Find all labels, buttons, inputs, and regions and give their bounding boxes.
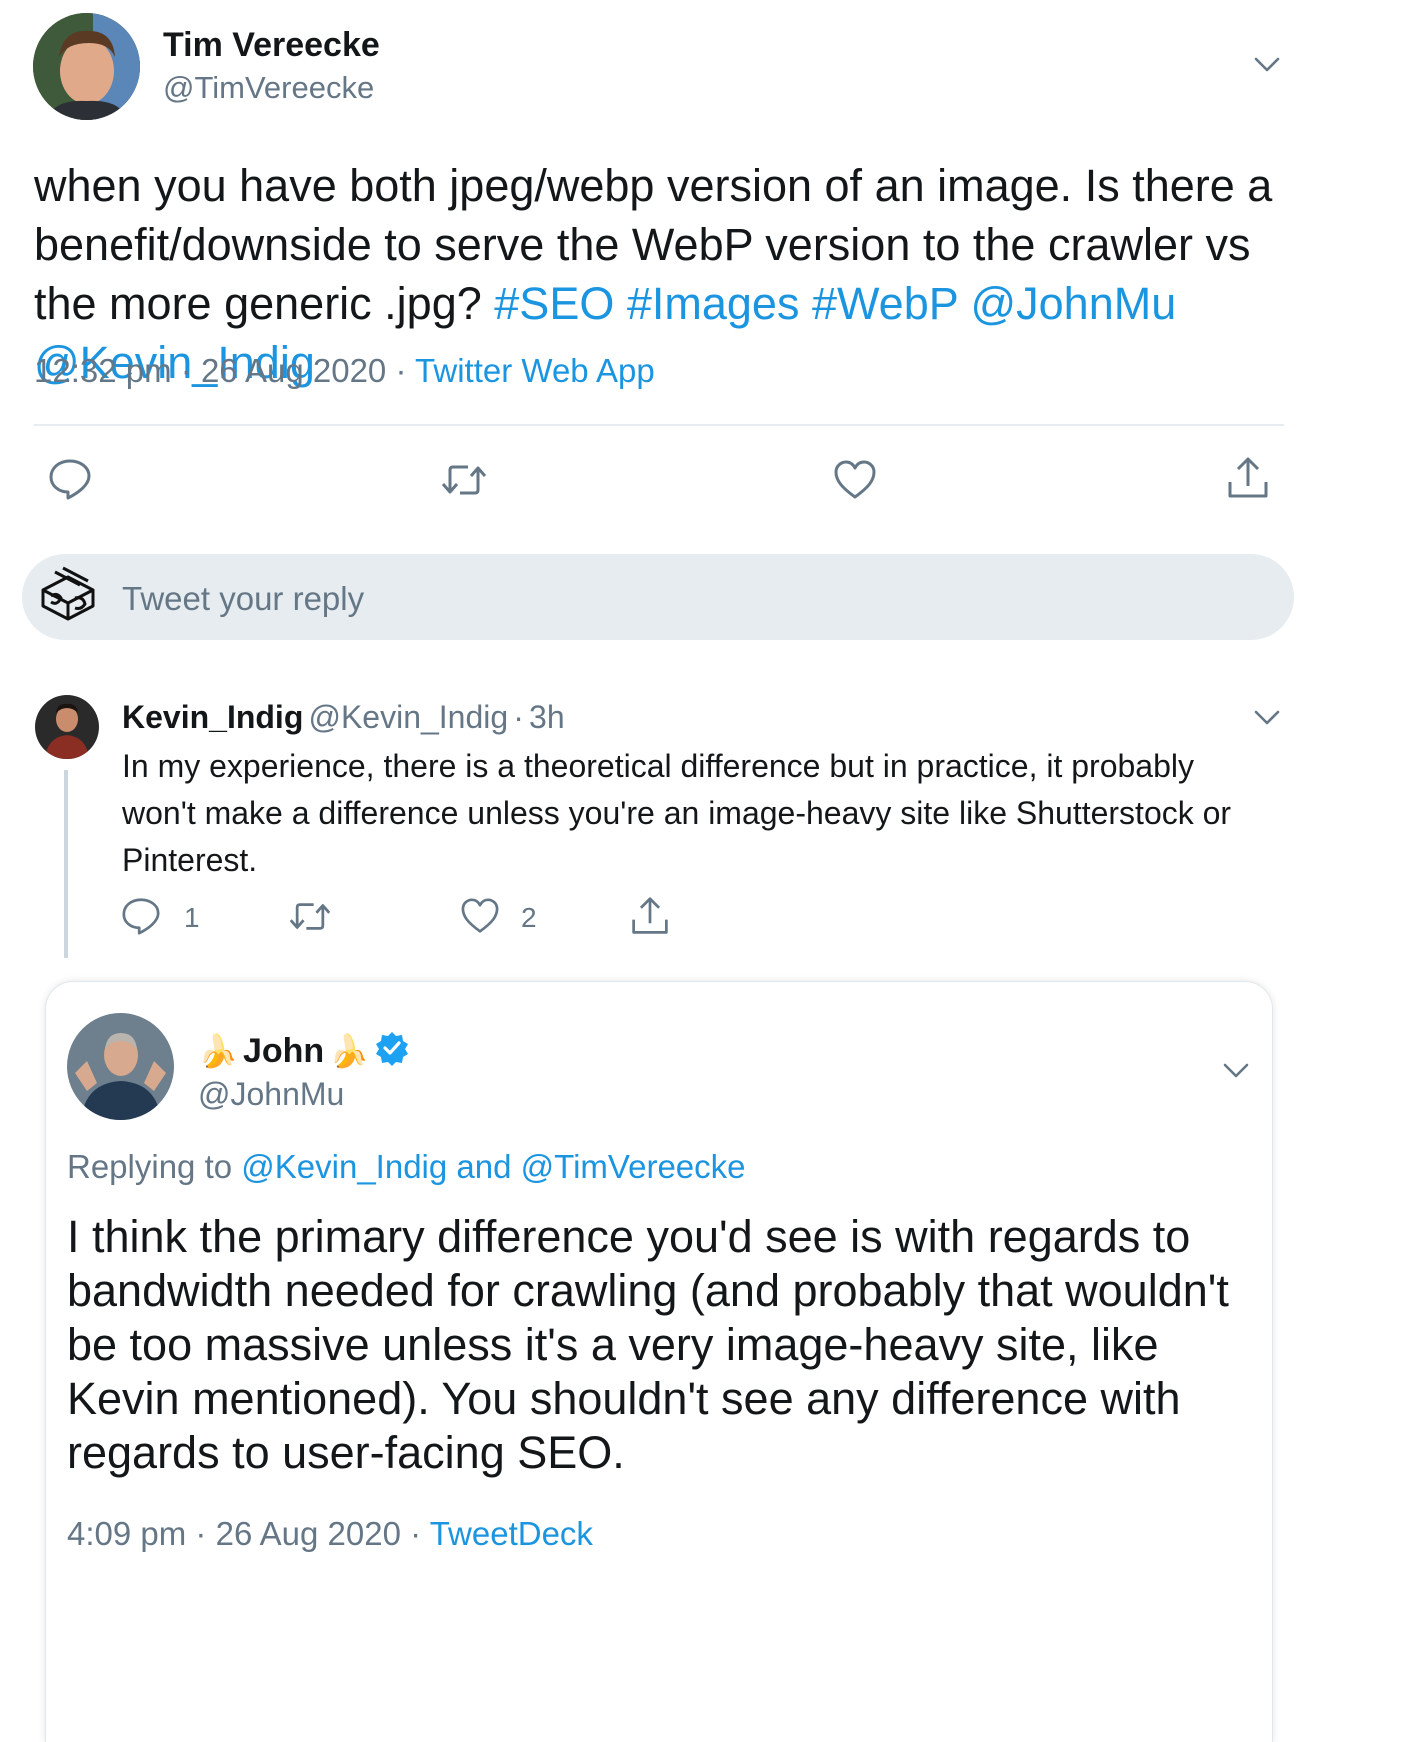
chevron-down-icon[interactable] [1221,1062,1251,1080]
tweet-date[interactable]: 26 Aug 2020 [216,1515,401,1552]
hashtag-link[interactable]: #SEO [494,278,614,329]
john-avatar[interactable] [67,1013,174,1120]
comment-icon [122,898,160,935]
tweet-source-link[interactable]: Twitter Web App [415,352,655,389]
heart-icon [461,898,499,933]
john-name-row: 🍌 John 🍌 [198,1030,410,1071]
tweet-meta: 12:32 pm · 26 Aug 2020 · Twitter Web App [34,352,655,390]
tweet-time[interactable]: 4:09 pm [67,1515,186,1552]
reply-author-handle[interactable]: @Kevin_Indig [308,699,508,735]
author-avatar[interactable] [33,13,140,120]
like-action-button[interactable] [833,460,877,500]
reply-action-button[interactable] [48,458,92,500]
divider [34,424,1284,426]
replying-and[interactable]: and [456,1148,511,1185]
mention-link[interactable]: @JohnMu [970,278,1176,329]
verified-badge-icon [374,1030,410,1070]
mention-link[interactable]: @TimVereecke [521,1148,746,1185]
retweet-icon [441,465,487,495]
john-author-name[interactable]: John [243,1032,324,1070]
share-action-button[interactable] [1226,456,1270,500]
user-avatar-logo [37,566,99,628]
mention-link[interactable]: @Kevin_Indig [241,1148,447,1185]
author-name[interactable]: Tim Vereecke [163,26,380,65]
reply-share-button[interactable] [630,896,670,936]
thread-line [64,770,68,958]
hashtag-link[interactable]: #Images [627,278,800,329]
retweet-icon [289,903,331,930]
john-author-handle[interactable]: @JohnMu [198,1076,344,1113]
comment-icon [49,459,91,500]
heart-icon [834,460,876,499]
reply-reply-button[interactable] [121,897,161,935]
share-icon [632,897,668,934]
john-tweet-meta: 4:09 pm · 26 Aug 2020 · TweetDeck [67,1515,593,1553]
replying-prefix: Replying to [67,1148,233,1185]
tweet-date[interactable]: 26 Aug 2020 [201,352,386,389]
meta-separator: · [410,1515,422,1552]
reply-count: 1 [184,902,200,933]
reply-author-name[interactable]: Kevin_Indig [122,699,303,735]
john-tweet-text: I think the primary difference you'd see… [67,1211,1229,1478]
replying-to: Replying to @Kevin_Indig and @TimVereeck… [67,1148,746,1186]
reply-like-button[interactable] [460,898,500,934]
reply-header: Kevin_Indig @Kevin_Indig · 3h [122,699,565,736]
reply-author-avatar[interactable] [35,695,99,759]
banana-emoji: 🍌 [329,1032,370,1070]
chevron-down-icon[interactable] [1252,56,1282,74]
meta-separator: · [180,352,192,389]
reply-text: In my experience, there is a theoretical… [122,748,1232,878]
meta-separator: · [395,352,407,389]
tweet-time[interactable]: 12:32 pm [34,352,172,389]
banana-emoji: 🍌 [198,1032,238,1070]
retweet-action-button[interactable] [440,462,488,498]
reply-age[interactable]: 3h [529,699,565,735]
like-count: 2 [521,902,537,933]
reply-placeholder[interactable]: Tweet your reply [122,580,364,618]
reply-retweet-button[interactable] [288,900,332,933]
share-icon [1228,457,1268,498]
meta-separator: · [195,1515,207,1552]
meta-separator: · [513,699,524,735]
author-handle[interactable]: @TimVereecke [163,70,374,106]
tweet-source-link[interactable]: TweetDeck [430,1515,593,1552]
chevron-down-icon[interactable] [1252,709,1282,727]
hashtag-link[interactable]: #WebP [812,278,958,329]
